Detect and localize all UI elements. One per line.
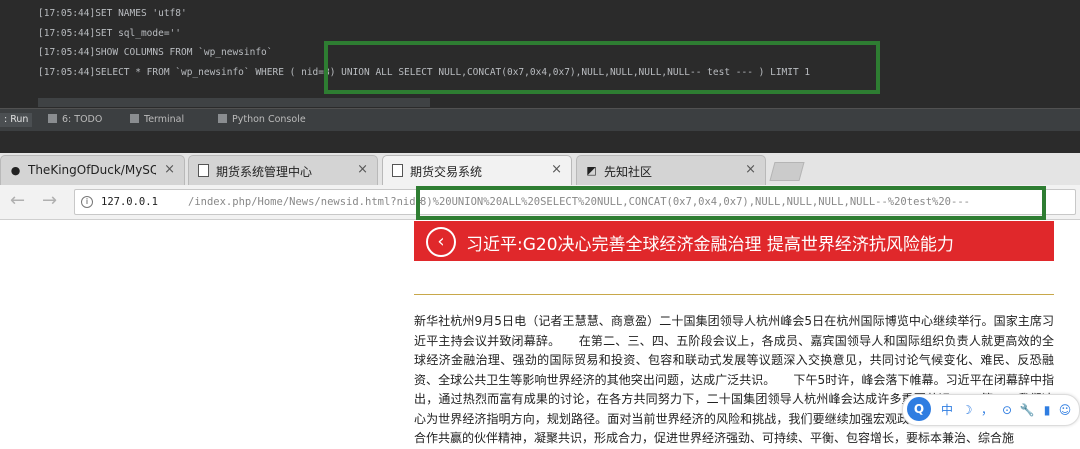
- url-path: /index.php/Home/News/newsid.html?nid=: [188, 196, 422, 208]
- back-circle-icon[interactable]: ‹: [426, 227, 456, 257]
- terminal-label: Terminal: [144, 114, 185, 125]
- browser-tab-strip: ● TheKingOfDuck/MySQLMon × 期货系统管理中心 × 期货…: [0, 153, 1080, 186]
- ime-logo-icon[interactable]: Q: [907, 397, 931, 421]
- page-icon: [198, 164, 209, 177]
- python-console-label: Python Console: [232, 114, 306, 125]
- xianzhi-icon: ◩: [586, 164, 597, 177]
- emoji-icon[interactable]: ⊙: [999, 401, 1015, 419]
- tab-label: TheKingOfDuck/MySQLMon: [28, 163, 156, 177]
- punctuation-icon[interactable]: ，: [979, 401, 995, 419]
- tab-label: 先知社区: [604, 165, 653, 179]
- divider: [414, 294, 1054, 295]
- todo-icon: [48, 114, 57, 123]
- news-header-banner: ‹ 习近平:G20决心完善全球经济金融治理 提高世界经济抗风险能力: [414, 221, 1054, 261]
- chinese-mode-icon[interactable]: 中: [939, 401, 955, 419]
- news-title: 习近平:G20决心完善全球经济金融治理 提高世界经济抗风险能力: [466, 235, 954, 255]
- article-paragraph: 新华社杭州9月5日电（记者王慧慧、商意盈）二十国集团领导人杭州峰会5日在杭州国际…: [414, 314, 1054, 445]
- sql-highlight-box: [324, 41, 880, 94]
- info-icon[interactable]: i: [81, 196, 93, 208]
- close-icon[interactable]: ×: [745, 162, 756, 177]
- todo-label: 6: TODO: [62, 114, 103, 125]
- page-icon: [392, 164, 403, 177]
- article-body: 新华社杭州9月5日电（记者王慧慧、商意盈）二十国集团领导人杭州峰会5日在杭州国际…: [414, 312, 1054, 449]
- tab-trading[interactable]: 期货交易系统 ×: [382, 155, 572, 186]
- terminal-icon: [130, 114, 139, 123]
- moon-icon[interactable]: ☽: [959, 401, 975, 419]
- url-highlight-box: [416, 186, 1046, 220]
- back-arrow-icon[interactable]: ←: [10, 191, 25, 211]
- ime-toolbar: Q 中 ☽ ， ⊙ 🔧 ▮ ☺: [902, 394, 1080, 426]
- github-icon: ●: [10, 164, 21, 177]
- log-line: [17:05:44]SET NAMES 'utf8': [38, 8, 187, 19]
- close-icon[interactable]: ×: [551, 162, 562, 177]
- tab-github[interactable]: ● TheKingOfDuck/MySQLMon ×: [0, 155, 185, 186]
- todo-tool-button[interactable]: 6: TODO: [48, 113, 102, 127]
- run-tool-button[interactable]: : Run: [0, 113, 33, 127]
- close-icon[interactable]: ×: [164, 162, 175, 177]
- forward-arrow-icon[interactable]: →: [42, 191, 57, 211]
- tab-label: 期货系统管理中心: [216, 165, 313, 179]
- terminal-tool-button[interactable]: Terminal: [130, 113, 184, 127]
- horizontal-scrollbar[interactable]: [38, 98, 430, 107]
- tool-window-bar: : Run 6: TODO Terminal Python Console: [0, 108, 1080, 131]
- new-tab-button[interactable]: [769, 162, 805, 181]
- tab-xianzhi[interactable]: ◩ 先知社区 ×: [576, 155, 766, 186]
- python-icon: [218, 114, 227, 123]
- url-host: 127.0.0.1: [101, 196, 158, 208]
- skin-icon[interactable]: ▮: [1039, 401, 1055, 419]
- close-icon[interactable]: ×: [357, 162, 368, 177]
- wrench-icon[interactable]: 🔧: [1019, 401, 1035, 419]
- smile-icon[interactable]: ☺: [1057, 401, 1073, 419]
- tab-admin[interactable]: 期货系统管理中心 ×: [188, 155, 378, 186]
- tab-label: 期货交易系统: [410, 165, 483, 179]
- python-console-tool-button[interactable]: Python Console: [218, 113, 306, 127]
- window-gap: [0, 131, 1080, 153]
